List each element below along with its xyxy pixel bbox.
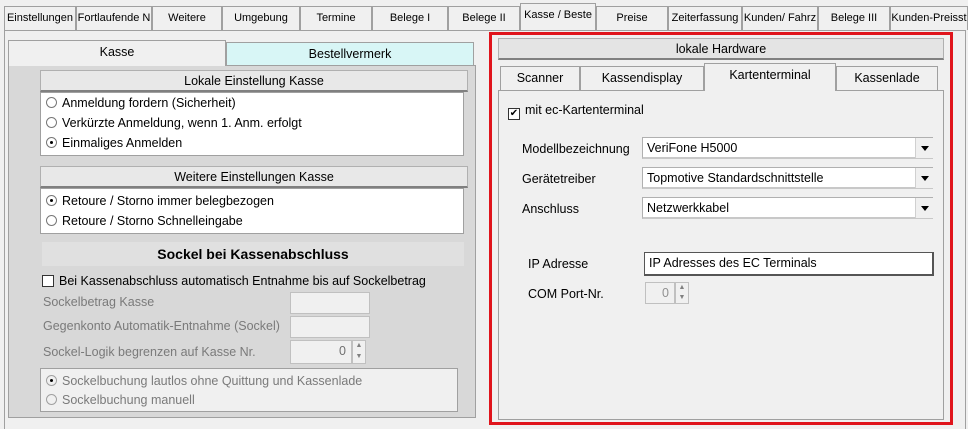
- com-label: COM Port-Nr.: [528, 287, 604, 301]
- tab-zeiterfassung[interactable]: Zeiterfassung: [668, 6, 742, 30]
- tab-belege-3[interactable]: Belege III: [818, 6, 890, 30]
- tab-kartenterminal[interactable]: Kartenterminal: [704, 63, 836, 91]
- ip-label: IP Adresse: [528, 257, 589, 271]
- chevron-down-icon[interactable]: [915, 198, 933, 218]
- ec-terminal-checkbox[interactable]: ✔ mit ec-Kartenterminal: [508, 103, 644, 120]
- sockel-logik-input[interactable]: 0: [290, 340, 352, 364]
- tab-kunden-fahrzeuge[interactable]: Kunden/ Fahrz: [742, 6, 818, 30]
- option-retoure-belegbezogen[interactable]: Retoure / Storno immer belegbezogen: [46, 194, 274, 208]
- radio-icon[interactable]: [46, 394, 57, 405]
- tab-kasse[interactable]: Kasse: [8, 40, 226, 66]
- sockel-logik-label: Sockel-Logik begrenzen auf Kasse Nr.: [43, 345, 256, 359]
- main-tab-strip: Einstellungen Fortlaufende N Weitere Umg…: [0, 3, 968, 30]
- com-port-input[interactable]: 0: [645, 282, 675, 304]
- tab-belege-1[interactable]: Belege I: [372, 6, 448, 30]
- radio-selected-icon[interactable]: [46, 375, 57, 386]
- anschluss-label: Anschluss: [522, 202, 579, 216]
- checkbox-checked-icon[interactable]: ✔: [508, 108, 520, 120]
- option-einmaliges-anmelden[interactable]: Einmaliges Anmelden: [46, 136, 182, 150]
- spin-up-icon[interactable]: ▲: [353, 341, 365, 352]
- tab-belege-2[interactable]: Belege II: [448, 6, 520, 30]
- modell-label: Modellbezeichnung: [522, 142, 630, 156]
- treiber-label: Gerätetreiber: [522, 172, 596, 186]
- checkbox-icon[interactable]: [42, 275, 54, 287]
- tab-weitere[interactable]: Weitere: [152, 6, 222, 30]
- gegenkonto-input[interactable]: [290, 316, 370, 338]
- chevron-down-icon[interactable]: [915, 168, 933, 188]
- tab-umgebung[interactable]: Umgebung: [222, 6, 300, 30]
- tab-kassenlade[interactable]: Kassenlade: [836, 66, 938, 90]
- tab-kassendisplay[interactable]: Kassendisplay: [580, 66, 704, 90]
- tab-kunden-preisstufen[interactable]: Kunden-Preisst: [890, 6, 968, 30]
- sockelbetrag-label: Sockelbetrag Kasse: [43, 295, 155, 309]
- ip-input[interactable]: IP Adresses des EC Terminals: [644, 252, 934, 276]
- tab-einstellungen[interactable]: Einstellungen: [4, 6, 76, 30]
- sockel-auto-entnahme-checkbox[interactable]: Bei Kassenabschluss automatisch Entnahme…: [42, 274, 426, 288]
- lokale-einstellung-header: Lokale Einstellung Kasse: [40, 70, 468, 92]
- tab-termine[interactable]: Termine: [300, 6, 372, 30]
- option-sockelbuchung-manuell[interactable]: Sockelbuchung manuell: [46, 393, 195, 407]
- sockel-header: Sockel bei Kassenabschluss: [42, 242, 464, 266]
- option-anmeldung-fordern[interactable]: Anmeldung fordern (Sicherheit): [46, 96, 236, 110]
- spin-down-icon[interactable]: ▼: [676, 293, 688, 303]
- treiber-select[interactable]: Topmotive Standardschnittstelle: [642, 167, 933, 189]
- chevron-down-icon[interactable]: [915, 138, 933, 158]
- com-port-spinner[interactable]: ▲ ▼: [675, 282, 689, 304]
- option-retoure-schnelleingabe[interactable]: Retoure / Storno Schnelleingabe: [46, 214, 243, 228]
- anschluss-select[interactable]: Netzwerkkabel: [642, 197, 933, 219]
- sockel-logik-spinner[interactable]: ▲ ▼: [352, 340, 366, 364]
- tab-bestellvermerk[interactable]: Bestellvermerk: [226, 42, 474, 66]
- tab-fortlaufende-nummern[interactable]: Fortlaufende N: [76, 6, 152, 30]
- modell-select[interactable]: VeriFone H5000: [642, 137, 933, 159]
- radio-selected-icon[interactable]: [46, 195, 57, 206]
- spin-up-icon[interactable]: ▲: [676, 283, 688, 293]
- sockelbetrag-input[interactable]: [290, 292, 370, 314]
- gegenkonto-label: Gegenkonto Automatik-Entnahme (Sockel): [43, 319, 280, 333]
- radio-icon[interactable]: [46, 215, 57, 226]
- weitere-einstellungen-header: Weitere Einstellungen Kasse: [40, 166, 468, 188]
- radio-icon[interactable]: [46, 117, 57, 128]
- radio-selected-icon[interactable]: [46, 137, 57, 148]
- tab-scanner[interactable]: Scanner: [500, 66, 580, 90]
- radio-icon[interactable]: [46, 97, 57, 108]
- option-sockelbuchung-lautlos[interactable]: Sockelbuchung lautlos ohne Quittung und …: [46, 374, 362, 388]
- spin-down-icon[interactable]: ▼: [353, 352, 365, 363]
- lokale-hardware-header: lokale Hardware: [498, 38, 944, 60]
- tab-kasse-bestellung[interactable]: Kasse / Beste: [520, 3, 596, 30]
- option-verkuerzte-anmeldung[interactable]: Verkürzte Anmeldung, wenn 1. Anm. erfolg…: [46, 116, 302, 130]
- tab-preise[interactable]: Preise: [596, 6, 668, 30]
